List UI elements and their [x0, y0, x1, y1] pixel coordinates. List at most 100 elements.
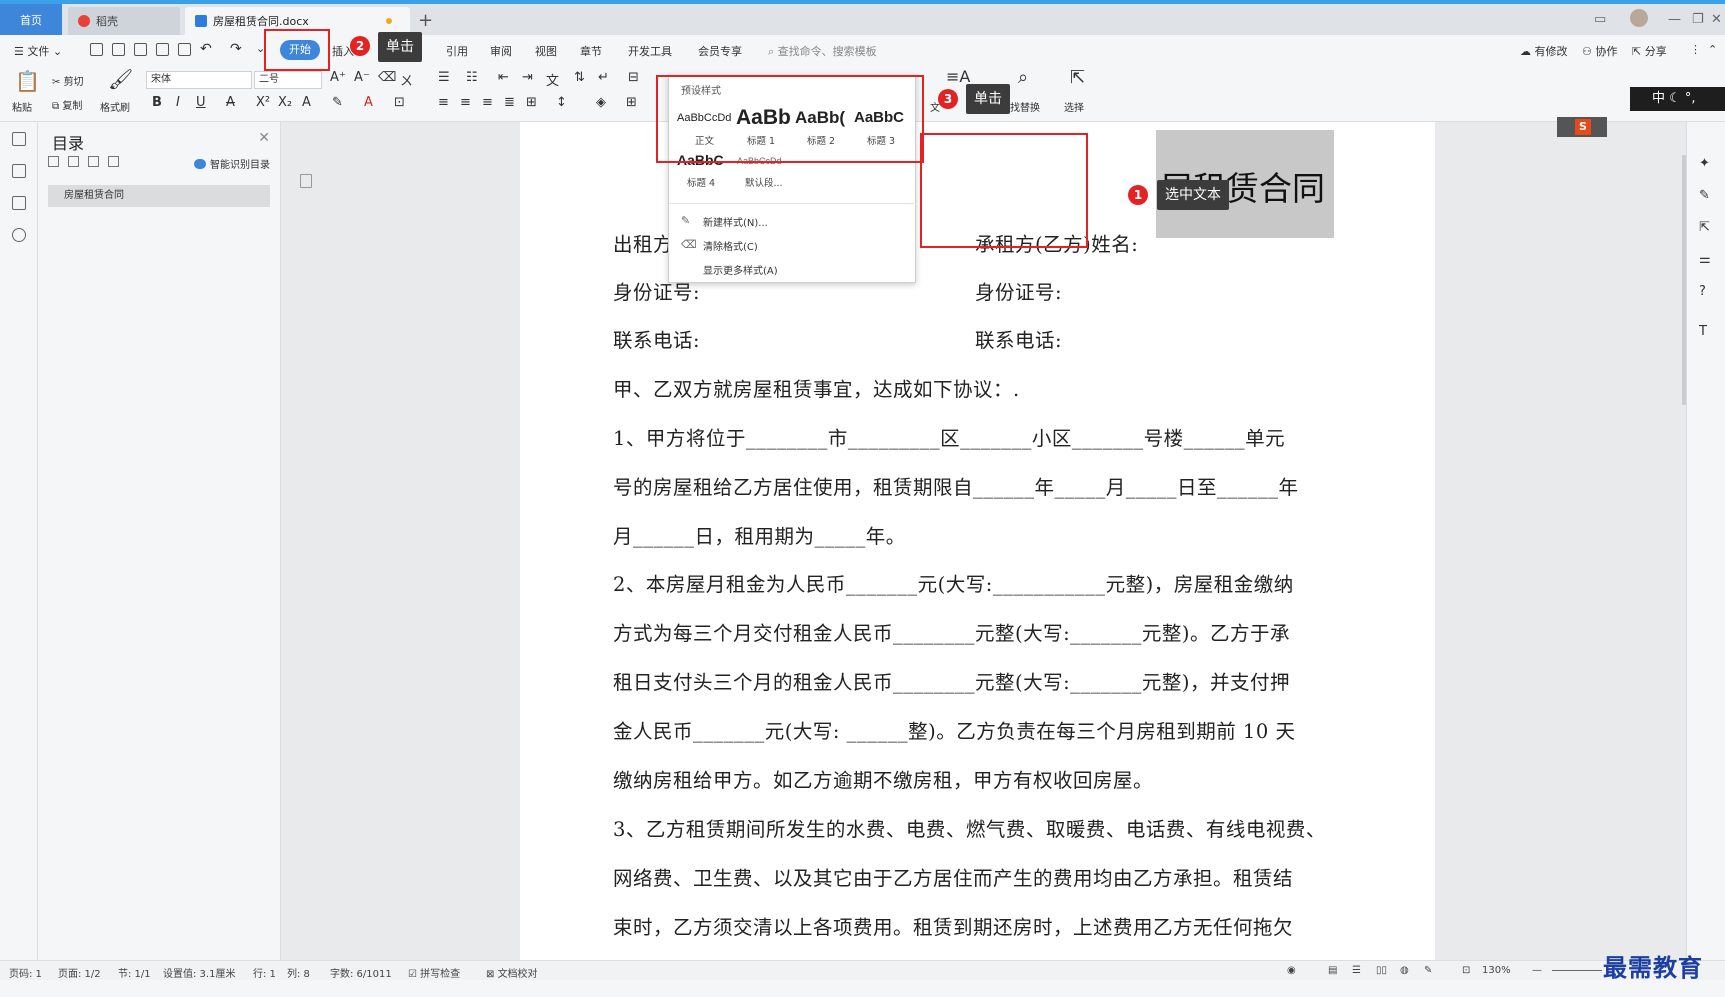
outdent-icon[interactable]: ⇤	[498, 70, 509, 85]
print-preview-icon[interactable]	[178, 43, 191, 56]
avatar[interactable]	[1630, 9, 1648, 27]
show-marks-icon[interactable]: ↵	[598, 70, 609, 85]
ruler-icon[interactable]: ⊟	[628, 70, 639, 85]
proof-button[interactable]: ⊠ 文档校对	[486, 965, 538, 980]
command-search[interactable]: ⌕ 查找命令、搜索模板	[768, 43, 877, 59]
format-painter-button[interactable]: 格式刷	[100, 99, 130, 114]
bookmark-icon[interactable]	[12, 196, 26, 210]
status-setting[interactable]: 设置值: 3.1厘米	[163, 965, 235, 980]
fit-page-icon[interactable]: ⊡	[1462, 965, 1470, 976]
status-word-count[interactable]: 字数: 6/1011	[330, 965, 392, 980]
toc-panel-icon[interactable]	[12, 132, 26, 146]
highlight-icon[interactable]: ✎	[332, 95, 343, 110]
pen-icon[interactable]: ✎	[1699, 188, 1710, 203]
folder-icon[interactable]	[12, 164, 26, 178]
bullet-list-icon[interactable]: ☰	[438, 70, 450, 85]
align-center-icon[interactable]: ≡	[460, 95, 471, 110]
new-style-menu-item[interactable]: 新建样式(N)...	[703, 214, 768, 229]
web-view-icon[interactable]: ◍	[1400, 965, 1409, 976]
eraser-icon[interactable]: ⌫	[378, 70, 396, 85]
new-doc-icon[interactable]	[90, 43, 103, 56]
collab-button[interactable]: ⚇ 协作	[1582, 43, 1617, 59]
copy-button[interactable]: ⧉ 复制	[52, 97, 82, 112]
spell-check-button[interactable]: ☑ 拼写检查	[408, 965, 460, 980]
cursor-icon[interactable]: ⇱	[1699, 220, 1710, 235]
tab-daoke[interactable]: 稻壳	[68, 7, 180, 35]
menu-view[interactable]: 视图	[535, 43, 557, 59]
indent-icon[interactable]: ⇥	[522, 70, 533, 85]
paste-button[interactable]: 粘贴	[12, 99, 32, 114]
font-name-select[interactable]: 宋体	[146, 71, 252, 89]
line-spacing-icon[interactable]: ↕	[556, 95, 567, 110]
toc-close-icon[interactable]: ✕	[258, 130, 270, 146]
new-tab-button[interactable]: +	[418, 10, 433, 31]
toc-add-icon[interactable]	[88, 156, 99, 167]
pointer-icon[interactable]: ⇱	[1070, 67, 1085, 88]
paste-icon[interactable]: 📋	[15, 69, 40, 93]
menu-file[interactable]: ☰ 文件 ⌄	[14, 43, 62, 59]
number-list-icon[interactable]: ☷	[466, 70, 478, 85]
find-icon[interactable]: ⌕	[1018, 67, 1028, 88]
sort-icon[interactable]: ⇅	[574, 70, 585, 85]
tab-home[interactable]: 首页	[0, 4, 62, 35]
redo-icon[interactable]: ↷	[230, 41, 242, 57]
text-effect-icon[interactable]: A	[302, 95, 311, 110]
smart-toc-button[interactable]: 智能识别目录	[194, 156, 270, 171]
font-color-icon[interactable]: A	[364, 95, 373, 110]
layout-icon[interactable]: ▭	[1594, 12, 1606, 27]
status-section[interactable]: 节: 1/1	[118, 965, 151, 980]
minimize-icon[interactable]: —	[1668, 12, 1681, 27]
search-icon[interactable]	[12, 228, 26, 242]
italic-icon[interactable]: I	[176, 95, 180, 110]
chinese-layout-icon[interactable]: 文	[546, 70, 559, 89]
print-icon[interactable]	[156, 43, 169, 56]
menu-member[interactable]: 会员专享	[698, 43, 742, 59]
outline-view-icon[interactable]: ☰	[1352, 965, 1361, 976]
read-view-icon[interactable]: ▯▯	[1376, 965, 1387, 976]
toc-collapse-icon[interactable]	[68, 156, 79, 167]
zoom-slider[interactable]	[1552, 970, 1602, 971]
toc-item[interactable]: 房屋租赁合同	[48, 185, 270, 207]
superscript-icon[interactable]: X²	[256, 95, 270, 110]
cut-button[interactable]: ✂ 剪切	[52, 73, 84, 88]
underline-icon[interactable]: U	[196, 95, 206, 110]
toc-expand-icon[interactable]	[48, 156, 59, 167]
brush-icon[interactable]: 🖌	[108, 67, 133, 91]
menu-devtools[interactable]: 开发工具	[628, 43, 672, 59]
ime-mini-toolbar[interactable]: S	[1557, 117, 1607, 137]
eye-icon[interactable]: ◉	[1287, 965, 1296, 976]
toc-remove-icon[interactable]	[108, 156, 119, 167]
menu-reference[interactable]: 引用	[446, 43, 468, 59]
subscript-icon[interactable]: X₂	[278, 95, 292, 110]
export-icon[interactable]	[134, 43, 147, 56]
bold-icon[interactable]: B	[152, 95, 162, 110]
align-left-icon[interactable]: ≡	[438, 95, 449, 110]
share-button[interactable]: ⇱ 分享	[1632, 43, 1667, 59]
undo-icon[interactable]: ↶	[200, 41, 212, 57]
status-page-number[interactable]: 页码: 1	[9, 965, 42, 980]
grow-font-icon[interactable]: A⁺	[330, 70, 346, 85]
zoom-level[interactable]: 130%	[1482, 965, 1511, 976]
more-styles-menu-item[interactable]: 显示更多样式(A)	[703, 262, 778, 277]
zoom-out-icon[interactable]: —	[1532, 965, 1542, 976]
style-panel-icon[interactable]: ✦	[1699, 156, 1710, 171]
strike-icon[interactable]: A	[226, 95, 235, 110]
shading-icon[interactable]: ◈	[596, 95, 606, 110]
more-icon[interactable]: ⋮	[1690, 43, 1701, 56]
font-size-select[interactable]: 二号	[254, 71, 322, 89]
char-border-icon[interactable]: ⊡	[394, 95, 405, 110]
borders-icon[interactable]: ⊞	[626, 95, 637, 110]
align-right-icon[interactable]: ≡	[482, 95, 493, 110]
select-button[interactable]: 选择	[1064, 99, 1084, 114]
restore-icon[interactable]: ❐	[1692, 12, 1704, 27]
modified-button[interactable]: ☁ 有修改	[1520, 43, 1568, 59]
help-icon[interactable]: ?	[1699, 284, 1706, 299]
clear-format-menu-item[interactable]: 清除格式(C)	[703, 238, 758, 253]
menu-review[interactable]: 审阅	[490, 43, 512, 59]
collapse-ribbon-icon[interactable]: ⌃	[1708, 43, 1717, 56]
save-icon[interactable]	[112, 43, 125, 56]
phonetic-icon[interactable]: ㄨ	[400, 70, 413, 89]
justify-icon[interactable]: ≣	[504, 95, 515, 110]
page-marker-icon[interactable]	[300, 174, 312, 188]
status-pages[interactable]: 页面: 1/2	[58, 965, 101, 980]
